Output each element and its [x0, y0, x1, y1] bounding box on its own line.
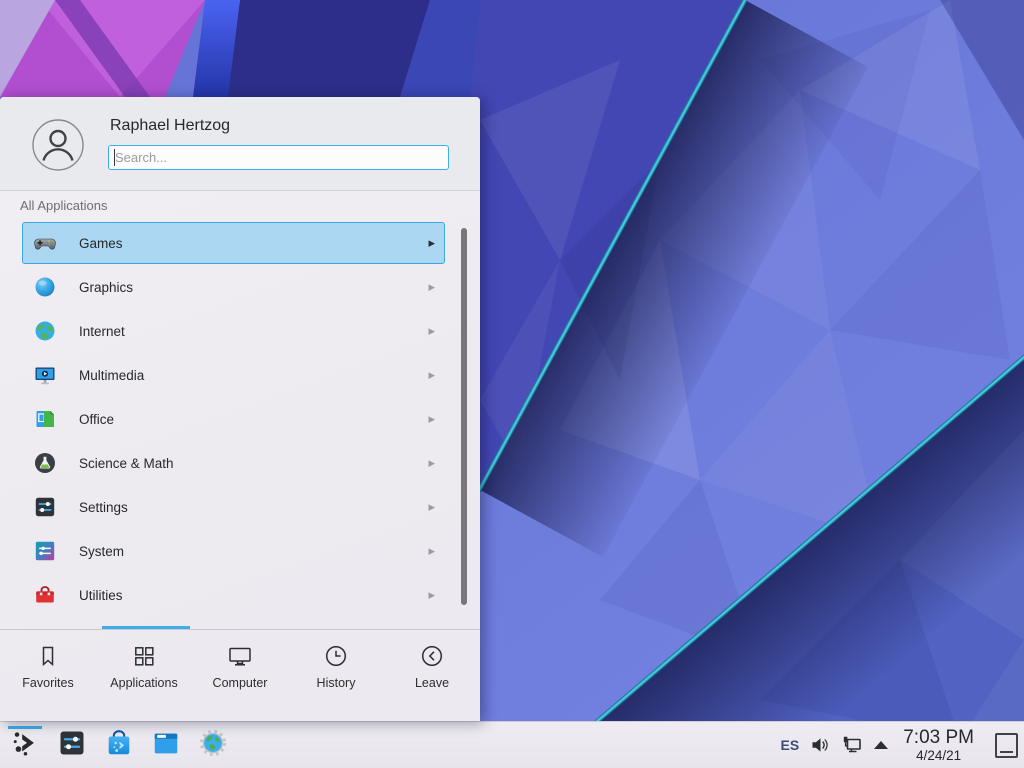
section-label: All Applications — [20, 198, 107, 213]
search-input[interactable] — [108, 145, 449, 170]
computer-icon — [227, 643, 253, 669]
desktop: Raphael Hertzog All Applications Games ▸… — [0, 0, 1024, 768]
internet-icon — [33, 319, 57, 343]
system-icon — [33, 539, 57, 563]
submenu-arrow-icon: ▸ — [428, 500, 435, 513]
expand-tray-icon[interactable] — [874, 741, 888, 749]
menu-item-graphics[interactable]: Graphics ▸ — [22, 266, 445, 308]
submenu-arrow-icon: ▸ — [428, 588, 435, 601]
active-task-indicator — [8, 726, 42, 729]
submenu-arrow-icon: ▸ — [428, 324, 435, 337]
taskbar: ES 7:03 PM 4/24/21 — [0, 721, 1024, 768]
favorites-icon — [35, 643, 61, 669]
taskbar-app-file-manager[interactable] — [149, 725, 183, 765]
taskbar-app-discover[interactable] — [102, 725, 136, 765]
menu-item-internet[interactable]: Internet ▸ — [22, 310, 445, 352]
office-icon — [33, 407, 57, 431]
category-list: Games ▸ Graphics ▸ Internet ▸ Multimedia… — [0, 222, 480, 629]
kde-launcher-icon — [10, 728, 40, 763]
network-icon[interactable] — [841, 734, 863, 756]
discover-icon — [104, 728, 134, 763]
science-icon — [33, 451, 57, 475]
utilities-icon — [33, 583, 57, 607]
leave-icon — [419, 643, 445, 669]
games-icon — [33, 231, 57, 255]
digital-clock[interactable]: 7:03 PM 4/24/21 — [903, 728, 974, 763]
taskbar-app-app-launcher[interactable] — [8, 725, 42, 765]
text-caret — [114, 149, 115, 166]
system-tray: ES 7:03 PM 4/24/21 — [781, 728, 1024, 763]
clock-date: 4/24/21 — [903, 748, 974, 763]
submenu-arrow-icon: ▸ — [428, 544, 435, 557]
taskbar-app-system-settings[interactable] — [55, 725, 89, 765]
scrollbar[interactable] — [461, 228, 467, 605]
tab-leave[interactable]: Leave — [384, 630, 480, 721]
submenu-arrow-icon: ▸ — [428, 368, 435, 381]
history-icon — [323, 643, 349, 669]
tab-history[interactable]: History — [288, 630, 384, 721]
settings-icon — [33, 495, 57, 519]
taskbar-app-web-browser[interactable] — [196, 725, 230, 765]
submenu-arrow-icon: ▸ — [428, 412, 435, 425]
menu-item-utilities[interactable]: Utilities ▸ — [22, 574, 445, 616]
tab-computer[interactable]: Computer — [192, 630, 288, 721]
menu-item-help[interactable]: Help ▸ — [22, 618, 445, 629]
browser-globe-icon — [198, 728, 228, 763]
tab-applications[interactable]: Applications — [96, 630, 192, 721]
submenu-arrow-icon: ▸ — [428, 456, 435, 469]
submenu-arrow-icon: ▸ — [428, 280, 435, 293]
menu-item-games[interactable]: Games ▸ — [22, 222, 445, 264]
graphics-icon — [33, 275, 57, 299]
tab-favorites[interactable]: Favorites — [0, 630, 96, 721]
application-launcher: Raphael Hertzog All Applications Games ▸… — [0, 97, 480, 721]
dolphin-icon — [151, 728, 181, 763]
multimedia-icon — [33, 363, 57, 387]
menu-item-science-math[interactable]: Science & Math ▸ — [22, 442, 445, 484]
taskbar-apps — [8, 725, 230, 765]
launcher-header: Raphael Hertzog — [0, 97, 480, 191]
menu-item-system[interactable]: System ▸ — [22, 530, 445, 572]
keyboard-layout-indicator[interactable]: ES — [781, 737, 800, 753]
volume-icon[interactable] — [810, 735, 830, 755]
menu-item-multimedia[interactable]: Multimedia ▸ — [22, 354, 445, 396]
user-name: Raphael Hertzog — [110, 117, 230, 135]
menu-item-settings[interactable]: Settings ▸ — [22, 486, 445, 528]
clock-time: 7:03 PM — [903, 728, 974, 748]
user-avatar[interactable] — [32, 119, 84, 171]
applications-icon — [131, 643, 157, 669]
system-settings-icon — [57, 728, 87, 763]
menu-item-office[interactable]: Office ▸ — [22, 398, 445, 440]
show-desktop-glyph — [1000, 751, 1013, 753]
submenu-arrow-icon: ▸ — [428, 236, 435, 249]
launcher-tabbar: Favorites Applications Computer History … — [0, 630, 480, 721]
show-desktop-button[interactable] — [995, 733, 1018, 758]
